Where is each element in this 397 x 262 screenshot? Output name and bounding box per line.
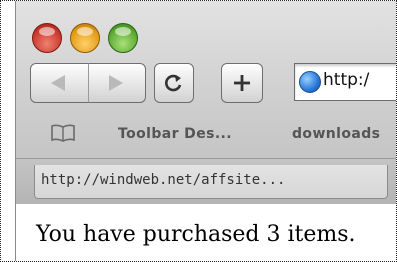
reload-button[interactable] (154, 63, 194, 103)
browser-chrome: http:/ Toolbar Des... downloads http://w… (15, 1, 396, 204)
open-book-icon[interactable] (50, 124, 76, 142)
bookmark-toolbar-des[interactable]: Toolbar Des... (118, 126, 232, 142)
bookmark-downloads[interactable]: downloads (292, 126, 380, 142)
back-button[interactable] (30, 63, 90, 103)
reload-icon (155, 64, 193, 102)
address-bar[interactable]: http:/ (294, 63, 396, 101)
bookmarks-bar: Toolbar Des... downloads (16, 113, 396, 157)
forward-arrow-icon (109, 75, 123, 91)
purchase-message: You have purchased 3 items. (36, 222, 356, 247)
address-url: http:/ (323, 70, 370, 90)
globe-icon (299, 71, 321, 93)
page-content: You have purchased 3 items. (15, 204, 396, 261)
minimize-window-button[interactable] (70, 23, 100, 53)
tab-strip: http://windweb.net/affsite... (16, 159, 396, 204)
forward-button[interactable] (88, 63, 146, 103)
zoom-window-button[interactable] (108, 23, 138, 53)
screenshot-frame: http:/ Toolbar Des... downloads http://w… (0, 0, 397, 262)
tab-affsite[interactable]: http://windweb.net/affsite... (34, 165, 388, 199)
back-arrow-icon (51, 75, 65, 91)
add-bookmark-button[interactable] (221, 63, 263, 103)
tab-label: http://windweb.net/affsite... (41, 172, 286, 188)
plus-icon (222, 64, 262, 102)
close-window-button[interactable] (32, 23, 62, 53)
